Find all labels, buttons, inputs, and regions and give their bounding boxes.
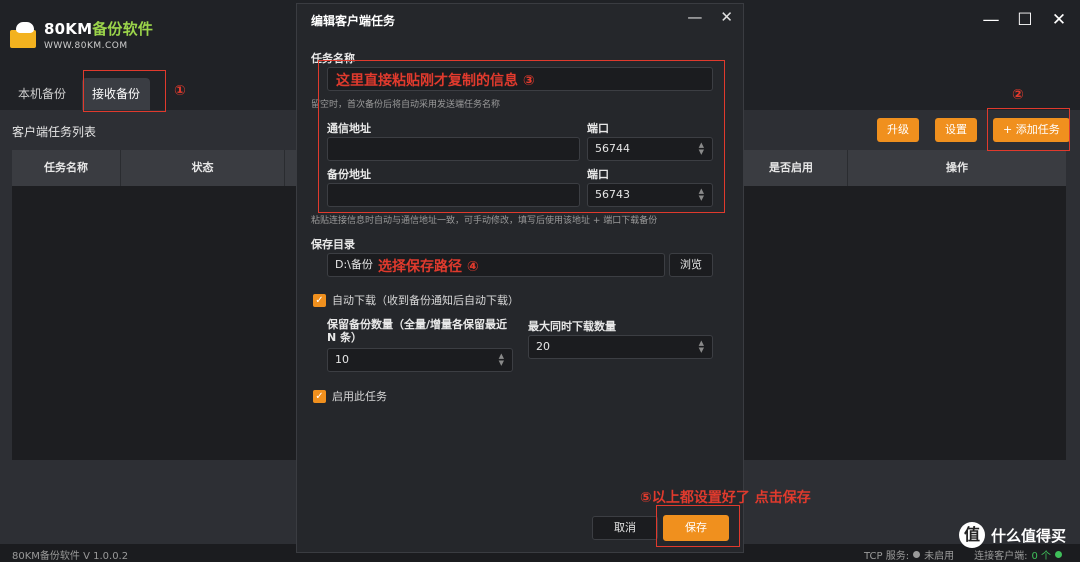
logo-subtitle: WWW.80KM.COM [44, 41, 128, 51]
auto-download-checkbox[interactable]: ✓ [313, 293, 326, 307]
watermark-text: 什么值得买 [990, 526, 1066, 545]
folder-cloud-icon [10, 21, 38, 48]
keep-count-input[interactable]: 10 ▲ ▼ [327, 348, 513, 372]
enable-task-row: ✓ 启用此任务 [313, 388, 387, 404]
annotation-1: ① [174, 83, 186, 99]
annotation-4: 选择保存路径 ④ [378, 259, 479, 275]
dialog-title: 编辑客户端任务 [311, 14, 396, 28]
auto-download-row: ✓ 自动下载（收到备份通知后自动下载） [313, 292, 519, 308]
spinner-icon[interactable]: ▲ ▼ [499, 353, 504, 367]
logo-title-accent: 备份软件 [92, 20, 154, 38]
clients-label: 连接客户端: [974, 551, 1028, 562]
enable-task-checkbox[interactable]: ✓ [313, 389, 326, 403]
clients-status-dot [1055, 551, 1062, 558]
watermark-logo-icon: 值 [958, 522, 985, 548]
annotation-box-receive-tab [83, 70, 166, 112]
annotation-2: ② [1012, 87, 1024, 103]
save-dir-value: D:\备份 [335, 258, 373, 271]
keep-count-label: 保留备份数量（全量/增量各保留最近 N 条） [327, 318, 508, 344]
auto-download-label: 自动下载（收到备份通知后自动下载） [332, 294, 519, 307]
paste-hint: 粘贴连接信息时自动与通信地址一致，可手动修改，填写后使用该地址 + 端口下载备份 [311, 216, 658, 226]
keep-count-value: 10 [335, 353, 349, 366]
tcp-service-label: TCP 服务: [863, 551, 910, 562]
column-task-name: 任务名称 [12, 150, 121, 186]
annotation-3: 这里直接粘贴刚才复制的信息 ③ [336, 73, 535, 89]
close-icon[interactable]: ✕ [1050, 10, 1068, 30]
browse-button[interactable]: 浏览 [669, 253, 713, 277]
logo-title: 80KM [44, 20, 93, 38]
minimize-icon[interactable]: — [982, 10, 1000, 30]
clients-value: 0 个 [1031, 551, 1051, 562]
max-download-label: 最大同时下载数量 [528, 320, 616, 333]
spinner-icon[interactable]: ▲ ▼ [699, 340, 704, 354]
save-dir-label: 保存目录 [311, 238, 355, 251]
list-title: 客户端任务列表 [12, 125, 97, 139]
app-logo: 80KM备份软件 WWW.80KM.COM [10, 18, 153, 51]
settings-button[interactable]: 设置 [935, 118, 977, 142]
version-text: 80KM备份软件 V 1.0.0.2 [12, 551, 129, 562]
tcp-service-value: 未启用 [924, 551, 955, 562]
max-download-value: 20 [536, 340, 550, 353]
watermark: 值 什么值得买 [958, 522, 1066, 548]
window-controls: — ☐ ✕ [982, 10, 1068, 30]
column-actions: 操作 [946, 161, 968, 174]
column-status: 状态 [121, 150, 285, 186]
enable-task-label: 启用此任务 [332, 390, 387, 403]
maximize-icon[interactable]: ☐ [1016, 10, 1034, 30]
tab-local-backup[interactable]: 本机备份 [8, 78, 76, 110]
max-download-input[interactable]: 20 ▲ ▼ [528, 335, 713, 359]
upgrade-button[interactable]: 升级 [877, 118, 919, 142]
annotation-box-add-task [987, 108, 1070, 151]
cancel-button[interactable]: 取消 [592, 516, 658, 540]
tcp-status-dot [913, 551, 921, 558]
annotation-5: ⑤以上都设置好了 点击保存 [640, 490, 811, 506]
dialog-close-icon[interactable]: ✕ [720, 8, 733, 26]
column-enabled: 是否启用 [735, 150, 848, 186]
annotation-box-save [656, 505, 740, 547]
dialog-minimize-icon[interactable]: — [687, 8, 702, 26]
